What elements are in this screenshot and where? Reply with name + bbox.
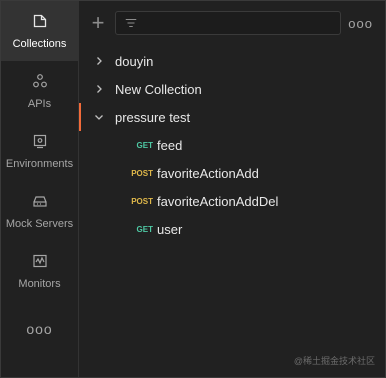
request-row-favoriteactionadddel[interactable]: POST favoriteActionAddDel bbox=[79, 187, 385, 215]
collection-name: pressure test bbox=[115, 109, 191, 125]
sidebar-item-label: Collections bbox=[12, 38, 67, 50]
filter-input[interactable] bbox=[144, 15, 340, 31]
collection-tree: douyin New Collection pressure test GET … bbox=[79, 47, 385, 243]
add-collection-button[interactable]: + bbox=[89, 12, 107, 34]
request-name: favoriteActionAddDel bbox=[157, 193, 279, 209]
request-row-favoriteactionadd[interactable]: POST favoriteActionAdd bbox=[79, 159, 385, 187]
watermark: @稀土掘金技术社区 bbox=[293, 356, 375, 366]
monitors-icon bbox=[31, 252, 49, 270]
collection-row-douyin[interactable]: douyin bbox=[79, 47, 385, 75]
chevron-down-icon[interactable] bbox=[93, 111, 105, 123]
chevron-right-icon[interactable] bbox=[93, 55, 105, 67]
sidebar-item-monitors[interactable]: Monitors bbox=[1, 241, 78, 301]
sidebar-item-label: Mock Servers bbox=[5, 218, 74, 230]
collection-row-new-collection[interactable]: New Collection bbox=[79, 75, 385, 103]
collections-icon bbox=[31, 12, 49, 30]
method-badge-get: GET bbox=[136, 224, 153, 234]
sidebar-item-environments[interactable]: Environments bbox=[1, 121, 78, 181]
sidebar-item-label: APIs bbox=[27, 98, 52, 110]
sidebar: Collections APIs Environments Mock Serve… bbox=[1, 1, 79, 377]
sidebar-more-button[interactable]: ooo bbox=[1, 309, 78, 349]
sidebar-item-label: Monitors bbox=[18, 278, 61, 290]
method-badge-post: POST bbox=[131, 168, 153, 178]
sidebar-item-label: Environments bbox=[5, 158, 74, 170]
filter-field[interactable] bbox=[115, 11, 341, 35]
collection-row-pressure-test[interactable]: pressure test bbox=[79, 103, 385, 131]
chevron-right-icon[interactable] bbox=[93, 83, 105, 95]
sidebar-item-apis[interactable]: APIs bbox=[1, 61, 78, 121]
method-badge-post: POST bbox=[131, 196, 153, 206]
filter-icon bbox=[125, 18, 137, 28]
mock-servers-icon bbox=[31, 192, 49, 210]
collection-name: douyin bbox=[115, 53, 154, 69]
request-name: favoriteActionAdd bbox=[157, 165, 259, 181]
app-window: Collections APIs Environments Mock Serve… bbox=[0, 0, 386, 378]
toolbar: + ooo bbox=[79, 1, 385, 45]
request-name: user bbox=[157, 221, 183, 237]
environments-icon bbox=[31, 132, 49, 150]
apis-icon bbox=[31, 72, 49, 90]
request-name: feed bbox=[157, 137, 183, 153]
collections-panel: + ooo douyin New Collection pressure tes… bbox=[79, 1, 385, 377]
method-badge-get: GET bbox=[136, 140, 153, 150]
request-row-user[interactable]: GET user bbox=[79, 215, 385, 243]
collection-name: New Collection bbox=[115, 81, 202, 97]
sidebar-item-mock-servers[interactable]: Mock Servers bbox=[1, 181, 78, 241]
toolbar-more-button[interactable]: ooo bbox=[348, 16, 373, 31]
request-row-feed[interactable]: GET feed bbox=[79, 131, 385, 159]
sidebar-item-collections[interactable]: Collections bbox=[1, 1, 78, 61]
